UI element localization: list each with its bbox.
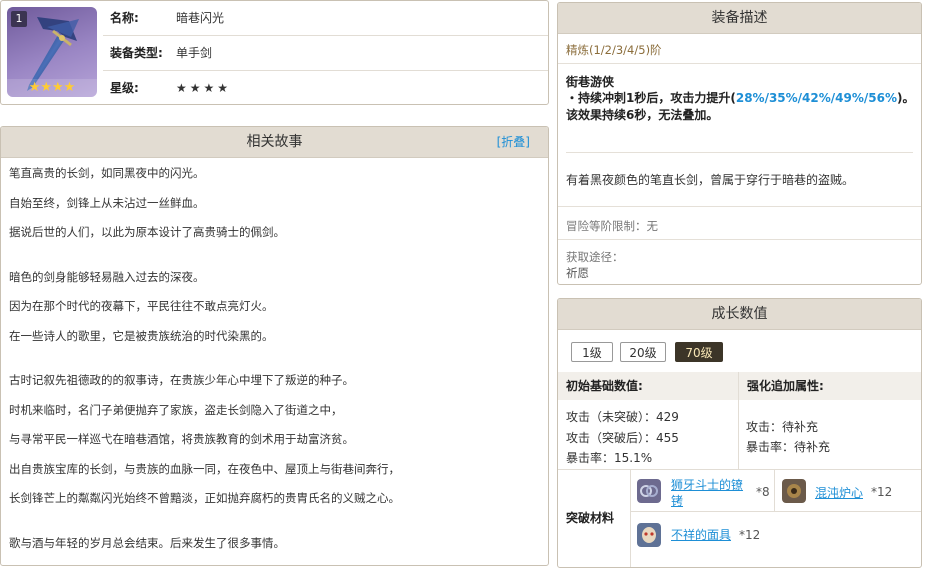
divider: [774, 469, 775, 511]
story-line: 古时记叙先祖德政的的叙事诗，在贵族少年心中埋下了叛逆的种子。: [9, 373, 354, 387]
refinement-levels: 精炼(1/2/3/4/5)阶: [566, 43, 662, 57]
type-row: 装备类型: 单手剑: [103, 36, 548, 71]
material-count: *12: [739, 528, 761, 542]
star-row: 星级: ★★★★: [103, 71, 548, 104]
name-row: 名称: 暗巷闪光: [103, 1, 548, 36]
growth-title: 成长数值: [711, 306, 768, 322]
adventure-rank-limit: 冒险等阶限制：无: [566, 219, 658, 233]
story-line: 时机来临时，名门子弟便抛弃了家族，盗走长剑隐入了街道之中，: [9, 402, 343, 417]
star-label: 星级:: [110, 81, 139, 95]
story-line: 歌与酒与年轻的岁月总会结束。后来发生了很多事情。: [9, 535, 285, 550]
story-line: [9, 521, 540, 536]
story-title: 相关故事: [246, 134, 303, 150]
type-value: 单手剑: [176, 46, 213, 60]
desc-header: 装备描述: [558, 3, 921, 34]
level-20-button[interactable]: 20级: [620, 342, 666, 362]
bonus-crit-value: 暴击率：待补充: [746, 440, 831, 454]
story-line: 在一些诗人的歌里，它是被贵族统治的时代染黑的。: [9, 328, 274, 343]
story-line: 暗色的剑身能够轻易融入过去的深夜。: [9, 269, 205, 284]
divider: [558, 469, 921, 470]
skill-effect-values: 28%/35%/42%/49%/56%: [735, 91, 897, 105]
base-stats-header: 初始基础数值:: [558, 372, 738, 400]
story-line: [9, 358, 540, 373]
divider: [566, 152, 913, 153]
divider: [630, 469, 631, 567]
source-value: 祈愿: [566, 266, 589, 280]
story-line: 长剑锋芒上的粼粼闪光始终不曾黯淡，正如抛弃腐朽的贵胄氏名的义贼之心。: [9, 491, 400, 505]
divider: [630, 511, 921, 512]
shackle-icon[interactable]: [637, 479, 661, 503]
story-body: 笔直高贵的长剑，如同黑夜中的闪光。 自始至终，剑锋上从未沾过一丝鲜血。 据说后世…: [1, 158, 548, 565]
weapon-thumbnail: 1 ★★★★: [7, 7, 97, 97]
desc-title: 装备描述: [711, 10, 768, 26]
fold-link[interactable]: [折叠]: [497, 127, 530, 157]
level-1-button[interactable]: 1级: [571, 342, 613, 362]
material-link[interactable]: 不祥的面具: [671, 527, 731, 543]
crit-rate-value: 暴击率：15.1%: [566, 451, 653, 465]
source-label: 获取途径：: [566, 250, 624, 264]
name-label: 名称:: [110, 11, 139, 25]
skill-effect-line: ・持续冲刺1秒后，攻击力提升(28%/35%/42%/49%/56%)。: [566, 89, 915, 106]
level-70-button[interactable]: 70级: [675, 342, 723, 362]
type-label: 装备类型:: [110, 46, 163, 60]
star-rating: ★★★★: [176, 81, 232, 95]
growth-stats-panel: 成长数值 1级 20级 70级 初始基础数值: 强化追加属性: 攻击（未突破）：…: [557, 298, 922, 568]
weapon-info-panel: 1 ★★★★ 名称: 暗巷闪光 装备类型: 单手剑 星级: ★★★★: [0, 0, 549, 105]
divider: [558, 239, 921, 240]
story-line: 笔直高贵的长剑，如同黑夜中的闪光。: [9, 166, 205, 180]
story-panel: 相关故事 [折叠] 笔直高贵的长剑，如同黑夜中的闪光。 自始至终，剑锋上从未沾过…: [0, 126, 549, 566]
divider: [558, 63, 921, 64]
name-value: 暗巷闪光: [176, 11, 225, 25]
material-name-line2[interactable]: 铐: [671, 493, 743, 509]
bonus-attack-value: 攻击：待补充: [746, 420, 819, 434]
divider: [738, 372, 739, 469]
material-link[interactable]: 混沌炉心: [815, 485, 863, 501]
growth-header: 成长数值: [558, 299, 921, 330]
mask-icon[interactable]: [637, 523, 661, 547]
story-header: 相关故事 [折叠]: [1, 127, 548, 158]
thumbnail-stars: ★★★★: [7, 79, 97, 97]
base-attack-value: 攻击（未突破）：429: [566, 410, 679, 424]
story-line: 因为在那个时代的夜幕下，平民往往不敢点亮灯火。: [9, 299, 274, 313]
story-line: 出自贵族宝库的长剑，与贵族的血脉一同，在夜色中、屋顶上与街巷间奔行，: [9, 461, 400, 476]
skill-effect-text: ・持续冲刺1秒后，攻击力提升(: [566, 91, 736, 105]
ascended-attack-value: 攻击（突破后）：455: [566, 431, 679, 445]
story-line: 自始至终，剑锋上从未沾过一丝鲜血。: [9, 195, 205, 210]
story-line: 据说后世的人们，以此为原本设计了高贵骑士的佩剑。: [9, 225, 285, 239]
rank-badge: 1: [11, 11, 27, 27]
story-line: 与寻常平民一样巡弋在暗巷酒馆，将贵族教育的剑术用于劫富济贫。: [9, 432, 354, 446]
material-count: *12: [871, 485, 893, 499]
materials-label: 突破材料: [566, 511, 615, 525]
equipment-description-panel: 装备描述 精炼(1/2/3/4/5)阶 街巷游侠 ・持续冲刺1秒后，攻击力提升(…: [557, 2, 922, 285]
flavor-text: 有着黑夜颜色的笔直长剑，曾属于穿行于暗巷的盗贼。: [566, 173, 855, 187]
divider: [558, 206, 921, 207]
material-name-line1[interactable]: 狮牙斗士的镣: [671, 477, 743, 493]
material-count: *8: [756, 485, 770, 499]
bonus-stats-header: 强化追加属性:: [739, 372, 921, 400]
story-line: [9, 255, 540, 270]
skill-duration-line: 该效果持续6秒，无法叠加。: [566, 108, 719, 122]
skill-name: 街巷游侠: [566, 75, 615, 89]
skill-effect-suffix: )。: [897, 91, 915, 105]
chaos-core-icon[interactable]: [782, 479, 806, 503]
material-link[interactable]: 狮牙斗士的镣 铐: [671, 477, 743, 509]
